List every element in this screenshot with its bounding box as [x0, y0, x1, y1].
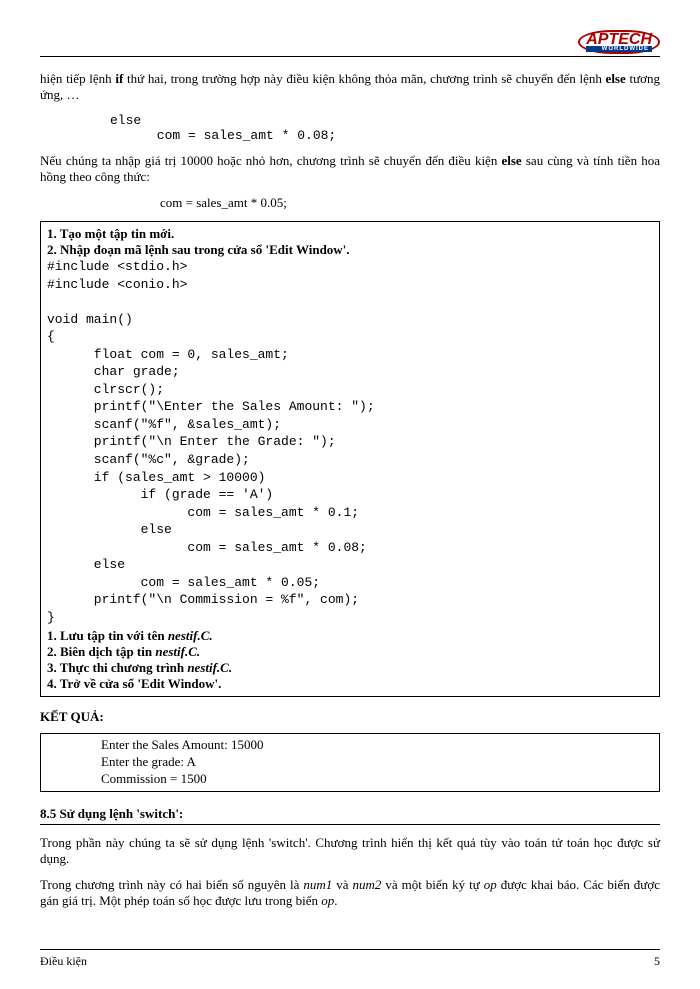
output-line-1: Enter the Sales Amount: 15000	[101, 737, 653, 754]
formula-line: com = sales_amt * 0.05;	[160, 195, 660, 211]
text: thứ hai, trong trường hợp này điều kiện …	[123, 71, 605, 86]
code-line: else	[110, 113, 141, 128]
text: 2. Biên dịch tập tin	[47, 644, 155, 659]
text: Nếu chúng ta nhập giá trị 10000 hoặc nhỏ…	[40, 153, 501, 168]
text: 1. Lưu tập tin với tên	[47, 628, 168, 643]
listing-foot-2: 2. Biên dịch tập tin nestif.C.	[47, 644, 653, 660]
code-snippet-1: else com = sales_amt * 0.08;	[110, 113, 660, 143]
keyword-else: else	[501, 153, 521, 168]
paragraph-1: hiện tiếp lệnh if thứ hai, trong trường …	[40, 71, 660, 103]
listing-foot-3: 3. Thực thi chương trình nestif.C.	[47, 660, 653, 676]
text: .	[334, 893, 337, 908]
output-line-3: Commission = 1500	[101, 771, 653, 788]
var-op: op	[484, 877, 497, 892]
filename: nestif.C.	[187, 660, 232, 675]
text: hiện tiếp lệnh	[40, 71, 115, 86]
text: 3. Thực thi chương trình	[47, 660, 187, 675]
page-container: APTECH WORLDWIDE hiện tiếp lệnh if thứ h…	[0, 0, 700, 989]
filename: nestif.C.	[168, 628, 213, 643]
listing-step-1: 1. Tạo một tập tin mới.	[47, 226, 653, 242]
listing-foot-1: 1. Lưu tập tin với tên nestif.C.	[47, 628, 653, 644]
result-heading: KẾT QUẢ:	[40, 709, 660, 725]
text: và	[332, 877, 352, 892]
aptech-logo: APTECH WORLDWIDE	[578, 30, 660, 54]
subsection-heading: 8.5 Sử dụng lệnh 'switch':	[40, 806, 660, 825]
paragraph-2: Nếu chúng ta nhập giá trị 10000 hoặc nhỏ…	[40, 153, 660, 185]
code-line: com = sales_amt * 0.08;	[110, 128, 336, 143]
listing-foot-4: 4. Trở về cửa sổ 'Edit Window'.	[47, 676, 653, 692]
keyword-else: else	[606, 71, 626, 86]
logo-area: APTECH WORLDWIDE	[40, 30, 660, 54]
listing-step-2: 2. Nhập đoạn mã lệnh sau trong cửa sổ 'E…	[47, 242, 653, 258]
footer-page-number: 5	[654, 954, 660, 969]
var-num2: num2	[352, 877, 381, 892]
text: và một biến ký tự	[381, 877, 483, 892]
output-box: Enter the Sales Amount: 15000 Enter the …	[40, 733, 660, 792]
listing-footer-steps: 1. Lưu tập tin với tên nestif.C. 2. Biên…	[47, 628, 653, 692]
text: Trong chương trình này có hai biến số ng…	[40, 877, 303, 892]
footer-rule	[40, 949, 660, 950]
page-footer: Điều kiện 5	[40, 954, 660, 969]
listing-code: #include <stdio.h> #include <conio.h> vo…	[47, 258, 653, 626]
header-rule	[40, 56, 660, 57]
paragraph-4: Trong chương trình này có hai biến số ng…	[40, 877, 660, 909]
var-op: op	[321, 893, 334, 908]
paragraph-3: Trong phần này chúng ta sẽ sử dụng lệnh …	[40, 835, 660, 867]
code-listing-box: 1. Tạo một tập tin mới. 2. Nhập đoạn mã …	[40, 221, 660, 697]
var-num1: num1	[303, 877, 332, 892]
filename: nestif.C.	[155, 644, 200, 659]
output-line-2: Enter the grade: A	[101, 754, 653, 771]
footer-left: Điều kiện	[40, 954, 87, 969]
